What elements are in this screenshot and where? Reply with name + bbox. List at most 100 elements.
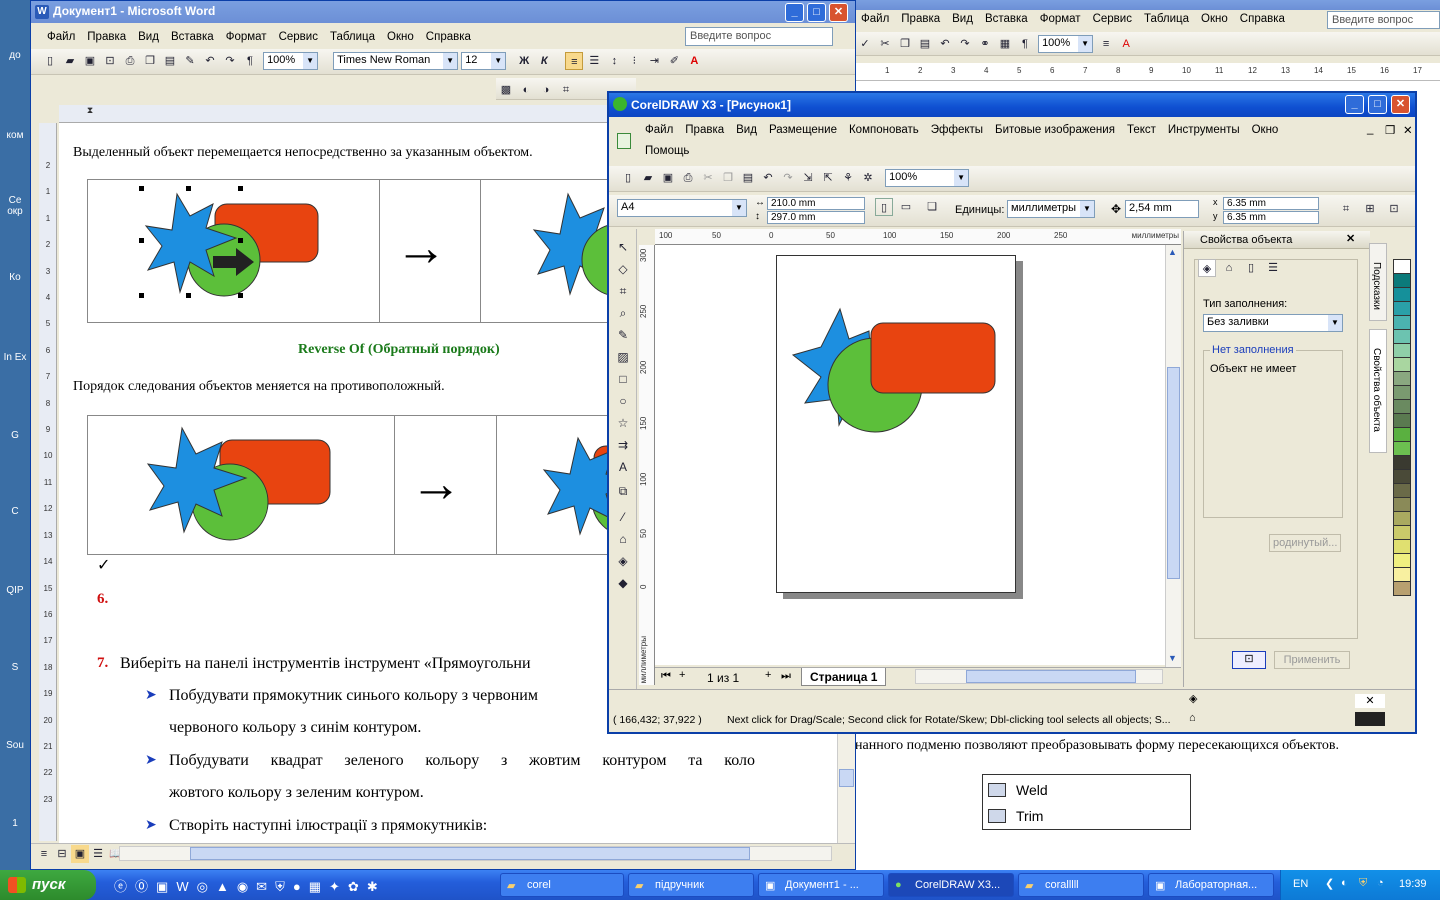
palette-swatch[interactable]: [1393, 343, 1411, 358]
bg-cut-icon[interactable]: ✂: [876, 35, 894, 53]
word-menu-format[interactable]: Формат: [220, 28, 273, 43]
corel-menu-text[interactable]: Текст: [1121, 121, 1162, 136]
summary-tab-icon[interactable]: ☰: [1264, 259, 1282, 277]
bg-pilcrow-icon[interactable]: ¶: [1016, 35, 1034, 53]
h-scroll-thumb[interactable]: [190, 847, 750, 860]
desktop-label-7[interactable]: C: [0, 506, 30, 517]
taskbar-button-coralllll[interactable]: ▰ coralllll: [1018, 873, 1144, 897]
crop-icon[interactable]: ⌗: [557, 81, 575, 99]
palette-swatch[interactable]: [1393, 371, 1411, 386]
bg-help-search-input[interactable]: Введите вопрос: [1327, 11, 1440, 29]
paste-icon[interactable]: ▤: [161, 52, 179, 70]
bg-menu-format[interactable]: Формат: [1034, 10, 1087, 25]
line-spacing-icon[interactable]: ↕: [605, 52, 623, 70]
palette-swatch[interactable]: [1393, 427, 1411, 442]
background-word-titlebar[interactable]: [855, 0, 1440, 10]
print-icon[interactable]: ⎙: [679, 169, 697, 187]
fill-type-combo[interactable]: Без заливки ▼: [1203, 314, 1343, 332]
tray-shield-icon[interactable]: ⛨: [1359, 877, 1367, 890]
scroll-thumb[interactable]: [839, 769, 854, 787]
copy-icon[interactable]: ❐: [719, 169, 737, 187]
page-width-input[interactable]: 210.0 mm: [767, 197, 865, 210]
picture-icon[interactable]: ▩: [497, 81, 515, 99]
indent-icon[interactable]: ⇥: [645, 52, 663, 70]
word-menu-file[interactable]: Файл: [41, 28, 81, 43]
view-normal-icon[interactable]: ≡: [35, 845, 53, 863]
view-print-icon[interactable]: ▣: [71, 845, 89, 863]
palette-swatch[interactable]: [1393, 399, 1411, 414]
palette-swatch[interactable]: [1393, 469, 1411, 484]
pilcrow-icon[interactable]: ¶: [241, 52, 259, 70]
new-document-icon[interactable]: ▯: [41, 52, 59, 70]
fill-tab-icon[interactable]: ◈: [1198, 259, 1216, 277]
open-icon[interactable]: ▰: [639, 169, 657, 187]
v-scroll-thumb[interactable]: [1167, 367, 1180, 579]
print-icon[interactable]: ⎙: [121, 52, 139, 70]
minimize-icon[interactable]: _: [1345, 95, 1364, 114]
corel-menu-file[interactable]: Файл: [639, 121, 679, 136]
word-menu-window[interactable]: Окно: [381, 28, 420, 43]
hints-tab[interactable]: Подсказки: [1369, 243, 1387, 321]
outline-tool-icon[interactable]: ⌂: [613, 529, 633, 549]
view-web-icon[interactable]: ⊟: [53, 845, 71, 863]
triangle-icon[interactable]: ▲: [216, 879, 229, 894]
freehand-tool-icon[interactable]: ✎: [613, 325, 633, 345]
maximize-icon[interactable]: □: [807, 3, 826, 22]
word-menu-table[interactable]: Таблица: [324, 28, 381, 43]
contrast-icon[interactable]: ◐: [517, 81, 535, 99]
corel-menu-bitmaps[interactable]: Битовые изображения: [989, 121, 1121, 136]
word-menu-tools[interactable]: Сервис: [273, 28, 324, 43]
doc-close-icon[interactable]: ✕: [1401, 121, 1415, 139]
corel-vertical-scrollbar[interactable]: ▲ ▼: [1165, 245, 1181, 667]
palette-swatch[interactable]: [1393, 301, 1411, 316]
shield-icon[interactable]: ⛨: [275, 879, 285, 894]
desktop-label-3[interactable]: Се окр: [0, 195, 30, 217]
word-menu-help[interactable]: Справка: [420, 28, 477, 43]
maximize-icon[interactable]: □: [1368, 95, 1387, 114]
corel-menu-window[interactable]: Окно: [1246, 121, 1285, 136]
start-button[interactable]: пуск: [0, 870, 96, 900]
corel-horizontal-scrollbar[interactable]: [915, 669, 1163, 684]
corel-zoom-combo[interactable]: 100% ▼: [885, 169, 970, 187]
redo-icon[interactable]: ↷: [779, 169, 797, 187]
palette-swatch[interactable]: [1393, 287, 1411, 302]
taskbar-button-corel-folder[interactable]: ▰ corel: [500, 873, 624, 897]
desktop-label-11[interactable]: 1: [0, 818, 30, 829]
corel-menu-arrange[interactable]: Размещение: [763, 121, 843, 136]
highlight-icon[interactable]: ✐: [665, 52, 683, 70]
corel-window[interactable]: CorelDRAW X3 - [Рисунок1] _ □ ✕ Файл Прав…: [607, 91, 1417, 734]
page-tab[interactable]: Страница 1: [801, 668, 887, 686]
player-icon[interactable]: ◉: [237, 879, 248, 894]
add-page-after-icon[interactable]: +: [765, 669, 771, 681]
format-painter-icon[interactable]: ✎: [181, 52, 199, 70]
bg-menu-insert[interactable]: Вставка: [979, 10, 1034, 25]
desktop-label-2[interactable]: ком: [0, 130, 30, 141]
doc-minimize-icon[interactable]: _: [1365, 121, 1375, 137]
opera-icon[interactable]: ◎: [197, 879, 208, 894]
taskbar-button-pidruchnyk[interactable]: ▰ підручник: [628, 873, 754, 897]
word-horizontal-scrollbar[interactable]: [119, 846, 832, 861]
app-icon[interactable]: ✦: [329, 879, 340, 894]
align-center-icon[interactable]: ≡: [565, 52, 584, 70]
chat-icon[interactable]: ✉: [256, 879, 267, 894]
taskbar-button-coreldraw[interactable]: ● CorelDRAW X3...: [888, 873, 1014, 897]
close-icon[interactable]: ✕: [1391, 95, 1410, 114]
corel-doc-icon[interactable]: [617, 133, 631, 149]
snap-guides-icon[interactable]: ⊞: [1361, 200, 1379, 218]
bg-zoom-combo[interactable]: 100% ▼: [1038, 35, 1094, 53]
font-size-combo[interactable]: 12 ▼: [461, 52, 507, 70]
inherit-button[interactable]: родинутый...: [1269, 534, 1342, 552]
record-icon[interactable]: ●: [293, 879, 301, 894]
add-page-icon[interactable]: +: [679, 669, 685, 681]
bg-menu-tools[interactable]: Сервис: [1087, 10, 1138, 25]
corel-menu-edit[interactable]: Правка: [679, 121, 730, 136]
object-props-tab[interactable]: Свойства объекта: [1369, 329, 1387, 453]
close-icon[interactable]: ✕: [829, 3, 848, 22]
corel-menu-view[interactable]: Вид: [730, 121, 763, 136]
bg-copy-icon[interactable]: ❐: [896, 35, 914, 53]
rectangle-tool-icon[interactable]: □: [613, 369, 633, 389]
ie-icon[interactable]: ⓔ: [114, 879, 127, 894]
zoom-tool-icon[interactable]: ⌕: [613, 303, 633, 323]
redo-icon[interactable]: ↷: [221, 52, 239, 70]
corel-menu-help[interactable]: Помощь: [639, 142, 695, 157]
